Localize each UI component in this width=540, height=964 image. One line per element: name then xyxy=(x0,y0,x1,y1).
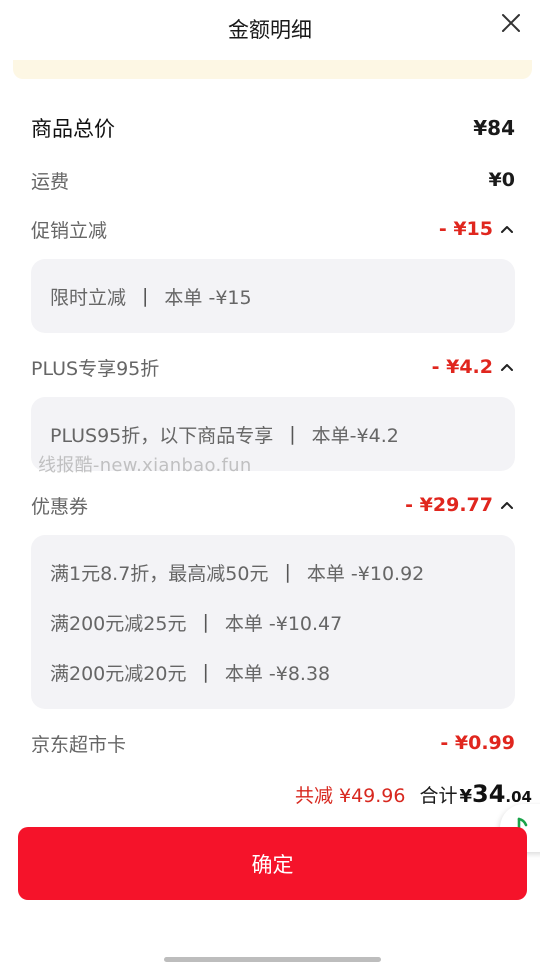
detail-value: 本单 -¥10.92 xyxy=(306,562,425,585)
modal-header: 金额明细 xyxy=(0,0,540,60)
row-coupon[interactable]: 优惠券 - ¥29.77 xyxy=(31,491,515,519)
detail-line: 满200元减20元 | 本单 -¥8.38 xyxy=(50,647,496,697)
detail-value: 本单-¥4.2 xyxy=(311,424,399,447)
plus-details: PLUS95折，以下商品专享 | 本单-¥4.2 xyxy=(31,397,515,471)
notice-strip xyxy=(13,60,532,79)
plus-label: PLUS专享95折 xyxy=(31,357,160,380)
detail-line: PLUS95折，以下商品专享 | 本单-¥4.2 xyxy=(50,409,496,459)
row-shipping: 运费 ¥0 xyxy=(31,166,515,194)
detail-sep: | xyxy=(202,661,209,683)
promo-details: 限时立减 | 本单 -¥15 xyxy=(31,259,515,333)
total-integer: 34 xyxy=(472,780,506,808)
detail-value: 本单 -¥10.47 xyxy=(224,612,343,635)
total-currency: ¥ xyxy=(459,786,473,807)
row-total-price: 商品总价 ¥84 xyxy=(31,113,515,143)
detail-sep: | xyxy=(284,561,291,583)
promo-label: 促销立减 xyxy=(31,219,108,242)
coupon-amount: - ¥29.77 xyxy=(405,494,515,516)
detail-desc: 满200元减20元 xyxy=(50,662,187,685)
total-price-amount: ¥84 xyxy=(473,116,515,140)
modal-title: 金额明细 xyxy=(228,18,312,42)
detail-sep: | xyxy=(202,611,209,633)
detail-value: 本单 -¥15 xyxy=(164,286,252,309)
detail-line: 满1元8.7折，最高减50元 | 本单 -¥10.92 xyxy=(50,547,496,597)
plus-amount: - ¥4.2 xyxy=(432,356,515,378)
row-supermarket-card: 京东超市卡 - ¥0.99 xyxy=(31,729,515,757)
coupon-label: 优惠券 xyxy=(31,495,89,518)
supermarket-card-label: 京东超市卡 xyxy=(31,733,127,756)
detail-sep: | xyxy=(289,423,296,445)
chevron-up-icon[interactable] xyxy=(499,221,515,237)
shipping-amount: ¥0 xyxy=(488,169,515,191)
close-icon[interactable] xyxy=(498,10,524,36)
detail-desc: 限时立减 xyxy=(50,286,127,309)
total-price-label: 商品总价 xyxy=(31,117,115,141)
chevron-up-icon[interactable] xyxy=(499,497,515,513)
chevron-up-icon[interactable] xyxy=(499,359,515,375)
promo-amount: - ¥15 xyxy=(439,218,515,240)
home-indicator[interactable] xyxy=(164,957,381,962)
row-promo[interactable]: 促销立减 - ¥15 xyxy=(31,215,515,243)
detail-desc: 满200元减25元 xyxy=(50,612,187,635)
detail-line: 限时立减 | 本单 -¥15 xyxy=(50,271,496,321)
total-label: 合计 xyxy=(419,785,458,807)
supermarket-card-amount: - ¥0.99 xyxy=(440,732,515,754)
coupon-details: 满1元8.7折，最高减50元 | 本单 -¥10.92 满200元减25元 | … xyxy=(31,535,515,709)
confirm-button[interactable]: 确定 xyxy=(18,827,527,900)
price-summary: 共减 ¥49.96 合计 ¥ 34 .04 xyxy=(295,780,532,808)
detail-desc: 满1元8.7折，最高减50元 xyxy=(50,562,269,585)
saved-amount: 共减 ¥49.96 xyxy=(294,785,406,807)
detail-value: 本单 -¥8.38 xyxy=(224,662,331,685)
row-plus[interactable]: PLUS专享95折 - ¥4.2 xyxy=(31,353,515,381)
detail-line: 满200元减25元 | 本单 -¥10.47 xyxy=(50,597,496,647)
shipping-label: 运费 xyxy=(31,170,70,193)
detail-sep: | xyxy=(142,285,149,307)
detail-desc: PLUS95折，以下商品专享 xyxy=(50,424,274,447)
